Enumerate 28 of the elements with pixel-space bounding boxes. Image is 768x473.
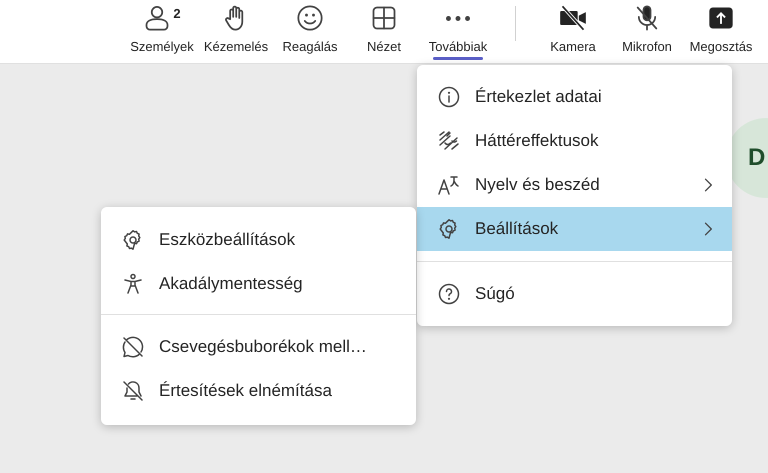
info-icon	[437, 85, 461, 109]
menu-item[interactable]: Beállítások	[417, 207, 732, 251]
smiley-icon	[296, 4, 324, 32]
menu-item[interactable]: Háttéreffektusok	[417, 119, 732, 163]
more-icon	[446, 16, 470, 20]
camera-off-icon	[559, 4, 587, 32]
help-icon	[437, 282, 461, 306]
toolbar-button[interactable]: Reagálás	[273, 0, 347, 63]
toolbar-button[interactable]: 2 Személyek	[125, 0, 199, 63]
avatar-initial: D	[748, 144, 766, 172]
chat-bubble-off-icon	[121, 335, 145, 359]
menu-item[interactable]: Értekezlet adatai	[417, 75, 732, 119]
toolbar-button[interactable]: Továbbiak	[421, 0, 495, 63]
participant-count: 2	[173, 6, 181, 21]
toolbar-button[interactable]: Megosztás	[684, 0, 758, 63]
person-icon	[143, 4, 172, 32]
toolbar-button[interactable]: Kamera	[536, 0, 610, 63]
toolbar-button[interactable]: Nézet	[347, 0, 421, 63]
toolbar-button[interactable]: Kézemelés	[199, 0, 273, 63]
menu-item[interactable]: Eszközbeállítások	[101, 218, 416, 262]
grid-icon	[370, 4, 398, 32]
bell-off-icon	[121, 379, 145, 403]
menu-item[interactable]: Nyelv és beszéd	[417, 163, 732, 207]
menu-item[interactable]: Súgó	[417, 272, 732, 316]
menu-item[interactable]: Csevegésbuborékok mell…	[101, 325, 416, 369]
menu-item[interactable]: Akadálymentesség	[101, 262, 416, 306]
toolbar-button[interactable]: Mikrofon	[610, 0, 684, 63]
menu-item[interactable]: Értesítések elnémítása	[101, 369, 416, 413]
